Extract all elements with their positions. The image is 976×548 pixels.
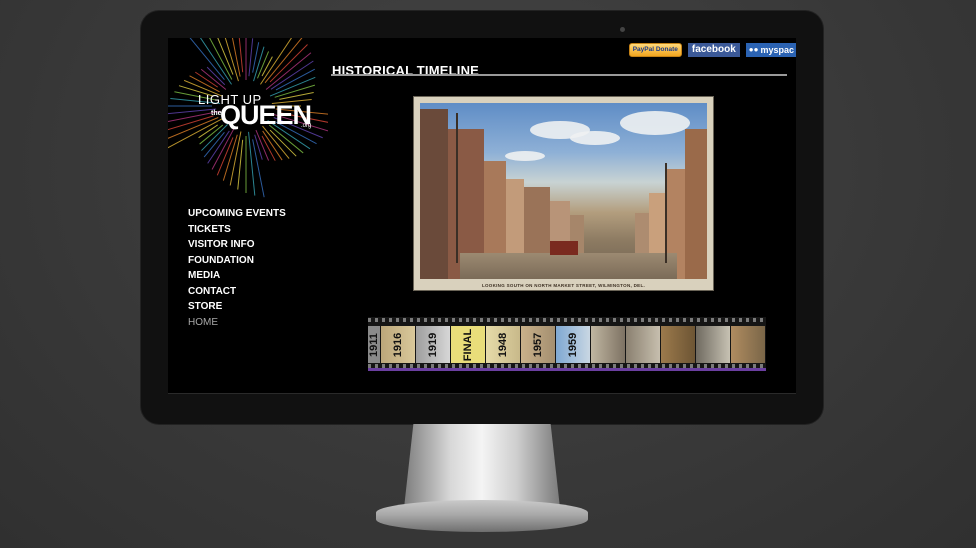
timeline-frame[interactable] (626, 326, 660, 363)
logo-ray (237, 139, 244, 190)
nav-upcoming-events[interactable]: UPCOMING EVENTS (188, 207, 286, 223)
logo-ray (211, 128, 235, 170)
logo-ray (265, 52, 312, 90)
monitor-stand-base (376, 500, 588, 532)
logo-ray (248, 38, 254, 77)
timeline-frame[interactable] (661, 326, 695, 363)
nav-contact[interactable]: CONTACT (188, 285, 286, 301)
logo-org: .org (301, 123, 312, 129)
myspace-link[interactable]: ●● myspac (745, 43, 796, 57)
logo-ray (261, 56, 273, 77)
timeline-frame[interactable]: 1919 (416, 326, 450, 363)
timeline-frame[interactable] (696, 326, 730, 363)
timeline-frame[interactable]: FINAL (451, 326, 485, 363)
historical-postcard-image: LOOKING SOUTH ON NORTH MARKET STREET, WI… (414, 97, 713, 290)
nav-store[interactable]: STORE (188, 300, 286, 316)
monitor-stand-neck (404, 424, 560, 508)
timeline-frames: 1911 1916 1919 FINAL 1948 1957 1959 (368, 326, 765, 363)
logo-ray (168, 117, 224, 149)
postcard-caption: LOOKING SOUTH ON NORTH MARKET STREET, WI… (481, 283, 646, 288)
title-underline (331, 74, 787, 76)
social-badges: PayPal Donate facebook ●● myspac (628, 43, 796, 57)
timeline-film-strip: 1911 1916 1919 FINAL 1948 1957 1959 (368, 317, 766, 371)
site-logo[interactable]: LIGHT UP the QUEEN .org (168, 38, 328, 218)
logo-ray (248, 131, 256, 196)
logo-ray (260, 38, 293, 85)
timeline-frame[interactable]: 1948 (486, 326, 520, 363)
timeline-scroll-bar[interactable] (368, 368, 766, 371)
logo-ray (199, 38, 232, 85)
nav-tickets[interactable]: TICKETS (188, 223, 286, 239)
nav-home[interactable]: HOME (188, 316, 286, 332)
nav-media[interactable]: MEDIA (188, 269, 286, 285)
timeline-frame[interactable] (591, 326, 625, 363)
street-scene-photo (420, 103, 707, 279)
website-screen: LIGHT UP the QUEEN .org UPCOMING EVENTS … (168, 38, 796, 394)
timeline-frame[interactable]: 1957 (521, 326, 555, 363)
timeline-frame[interactable]: 1959 (556, 326, 590, 363)
timeline-frame[interactable]: 1911 (368, 326, 380, 363)
logo-ray (217, 38, 234, 75)
logo-ray (279, 92, 314, 100)
logo-ray (238, 38, 244, 73)
timeline-frame[interactable]: 1916 (381, 326, 415, 363)
main-nav: UPCOMING EVENTS TICKETS VISITOR INFO FOU… (188, 207, 286, 331)
logo-ray (269, 129, 297, 157)
film-sprockets-top (368, 318, 766, 322)
myspace-people-icon: ●● (748, 45, 759, 54)
facebook-link[interactable]: facebook (687, 43, 740, 57)
logo-ray (200, 68, 227, 90)
timeline-frame[interactable] (731, 326, 765, 363)
logo-ray (222, 134, 238, 181)
myspace-label: myspac (760, 45, 794, 55)
paypal-donate-button[interactable]: PayPal Donate (628, 43, 682, 57)
nav-visitor-info[interactable]: VISITOR INFO (188, 238, 286, 254)
camera-dot (620, 27, 625, 32)
nav-foundation[interactable]: FOUNDATION (188, 254, 286, 270)
logo-queen: QUEEN (220, 100, 312, 130)
